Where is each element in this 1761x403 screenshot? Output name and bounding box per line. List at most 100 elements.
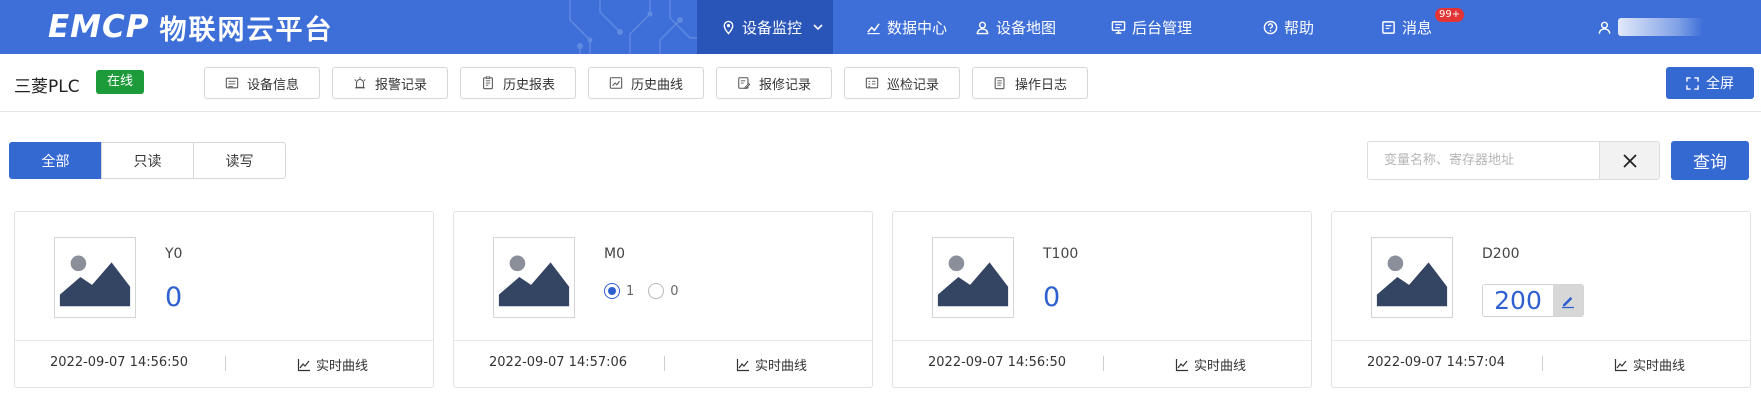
variable-value: 0 <box>1043 282 1061 313</box>
card-footer: 2022-09-07 14:57:06 实时曲线 <box>454 340 872 388</box>
search-input[interactable] <box>1368 142 1599 179</box>
realtime-curve-label: 实时曲线 <box>316 359 369 374</box>
nav-data-center[interactable]: 数据中心 <box>833 0 973 54</box>
card-footer: 2022-09-07 14:56:50 实时曲线 <box>15 340 433 388</box>
realtime-curve-label: 实时曲线 <box>1633 359 1686 374</box>
footer-divider <box>664 356 665 371</box>
inspection-icon <box>865 77 879 89</box>
line-chart-icon <box>1614 358 1627 371</box>
operation-log-button[interactable]: 操作日志 <box>972 67 1088 99</box>
variable-name: D200 <box>1482 246 1520 262</box>
line-chart-icon <box>736 358 749 371</box>
nav-label: 消息 <box>1402 18 1433 37</box>
inspection-records-label: 巡检记录 <box>886 77 939 93</box>
device-info-button[interactable]: 设备信息 <box>204 67 320 99</box>
realtime-curve-link[interactable]: 实时曲线 <box>1175 355 1246 374</box>
history-report-button[interactable]: 历史报表 <box>460 67 576 99</box>
image-placeholder-icon <box>1371 237 1453 318</box>
filter-readonly-tab[interactable]: 只读 <box>101 142 194 179</box>
variable-card: D200 200 2022-09-07 14:57:04 实时曲线 <box>1331 211 1751 388</box>
update-timestamp: 2022-09-07 14:56:50 <box>928 355 1067 370</box>
monitor-icon <box>1111 20 1126 34</box>
repair-records-label: 报修记录 <box>758 77 811 93</box>
report-icon <box>483 76 493 90</box>
radio-unchecked-icon <box>648 283 665 299</box>
nav-messages[interactable]: 消息 99+ <box>1381 0 1481 54</box>
history-report-label: 历史报表 <box>502 77 555 93</box>
alarm-icon <box>354 76 366 89</box>
nav-label: 帮助 <box>1284 18 1315 37</box>
realtime-curve-link[interactable]: 实时曲线 <box>1614 355 1685 374</box>
repair-records-button[interactable]: 报修记录 <box>716 67 832 99</box>
footer-divider <box>1542 356 1543 371</box>
filter-readwrite-tab[interactable]: 读写 <box>193 142 286 179</box>
nav-help[interactable]: 帮助 <box>1263 0 1381 54</box>
history-curve-button[interactable]: 历史曲线 <box>588 67 704 99</box>
value-radio-group: 1 0 <box>604 283 693 299</box>
variable-name: M0 <box>604 246 625 262</box>
fullscreen-button[interactable]: 全屏 <box>1666 67 1754 99</box>
nav-label: 设备监控 <box>742 18 803 37</box>
card-footer: 2022-09-07 14:56:50 实时曲线 <box>893 340 1311 388</box>
edit-value-button[interactable] <box>1553 285 1583 316</box>
help-icon <box>1263 20 1278 34</box>
footer-divider <box>225 356 226 371</box>
image-placeholder-icon <box>493 237 575 318</box>
nav-label: 后台管理 <box>1132 18 1193 37</box>
repair-icon <box>738 77 751 89</box>
image-placeholder-icon <box>54 237 136 318</box>
operation-log-label: 操作日志 <box>1014 77 1067 93</box>
fullscreen-icon <box>1686 76 1699 90</box>
nav-admin[interactable]: 后台管理 <box>1108 0 1263 54</box>
clear-search-button[interactable] <box>1599 142 1659 179</box>
redacted-username <box>1618 18 1703 36</box>
message-icon <box>1382 20 1395 34</box>
history-curve-label: 历史曲线 <box>630 77 683 93</box>
radio-checked-icon <box>604 283 620 299</box>
card-footer: 2022-09-07 14:57:04 实时曲线 <box>1332 340 1750 388</box>
nav-label: 设备地图 <box>996 18 1057 37</box>
footer-divider <box>1103 356 1104 371</box>
variable-name: Y0 <box>165 246 183 262</box>
inspection-records-button[interactable]: 巡检记录 <box>844 67 960 99</box>
device-name: 三菱PLC <box>14 77 80 97</box>
variable-card: Y0 0 2022-09-07 14:56:50 实时曲线 <box>14 211 434 388</box>
nav-device-monitor[interactable]: 设备监控 <box>697 0 833 54</box>
platform-logo[interactable]: EMCP 物联网云平台 <box>48 9 334 46</box>
message-count-badge: 99+ <box>1435 8 1465 22</box>
nav-label: 数据中心 <box>887 18 948 37</box>
realtime-curve-label: 实时曲线 <box>755 359 808 374</box>
filter-all-tab[interactable]: 全部 <box>9 142 102 179</box>
chevron-down-icon <box>813 24 823 31</box>
circuit-decoration <box>569 0 720 54</box>
status-badge: 在线 <box>96 70 145 94</box>
line-chart-icon <box>1175 358 1188 371</box>
radio-option-1[interactable]: 1 <box>604 283 634 299</box>
logo-mark: EMCP <box>48 9 150 45</box>
search-box <box>1367 141 1660 180</box>
device-toolbar: 三菱PLC 在线 设备信息 报警记录 历史报表 历史曲线 报修记录 巡检记录 操… <box>0 54 1761 112</box>
location-icon <box>723 20 734 35</box>
update-timestamp: 2022-09-07 14:56:50 <box>50 355 189 370</box>
variable-card: T100 0 2022-09-07 14:56:50 实时曲线 <box>892 211 1312 388</box>
query-button[interactable]: 查询 <box>1671 141 1749 180</box>
chart-icon <box>867 22 880 34</box>
radio-label: 1 <box>626 283 635 299</box>
editable-value-field: 200 <box>1482 284 1584 317</box>
realtime-curve-link[interactable]: 实时曲线 <box>736 355 807 374</box>
access-filter-tabs: 全部 只读 读写 <box>9 142 286 179</box>
fullscreen-label: 全屏 <box>1706 76 1734 92</box>
alarm-records-button[interactable]: 报警记录 <box>332 67 448 99</box>
variable-card: M0 1 0 2022-09-07 14:57:06 实时曲线 <box>453 211 873 388</box>
user-menu[interactable] <box>1597 16 1703 38</box>
info-card-icon <box>225 77 239 89</box>
radio-option-0[interactable]: 0 <box>648 283 679 299</box>
nav-device-map[interactable]: 设备地图 <box>973 0 1108 54</box>
logo-text: 物联网云平台 <box>159 14 334 46</box>
image-placeholder-icon <box>932 237 1014 318</box>
radio-label: 0 <box>670 283 679 299</box>
variable-value: 0 <box>165 282 183 313</box>
update-timestamp: 2022-09-07 14:57:04 <box>1367 355 1506 370</box>
top-navigation-bar: EMCP 物联网云平台 设备监控 数据中心 设备地图 后台管理 帮助 消息 99… <box>0 0 1761 54</box>
realtime-curve-link[interactable]: 实时曲线 <box>297 355 368 374</box>
